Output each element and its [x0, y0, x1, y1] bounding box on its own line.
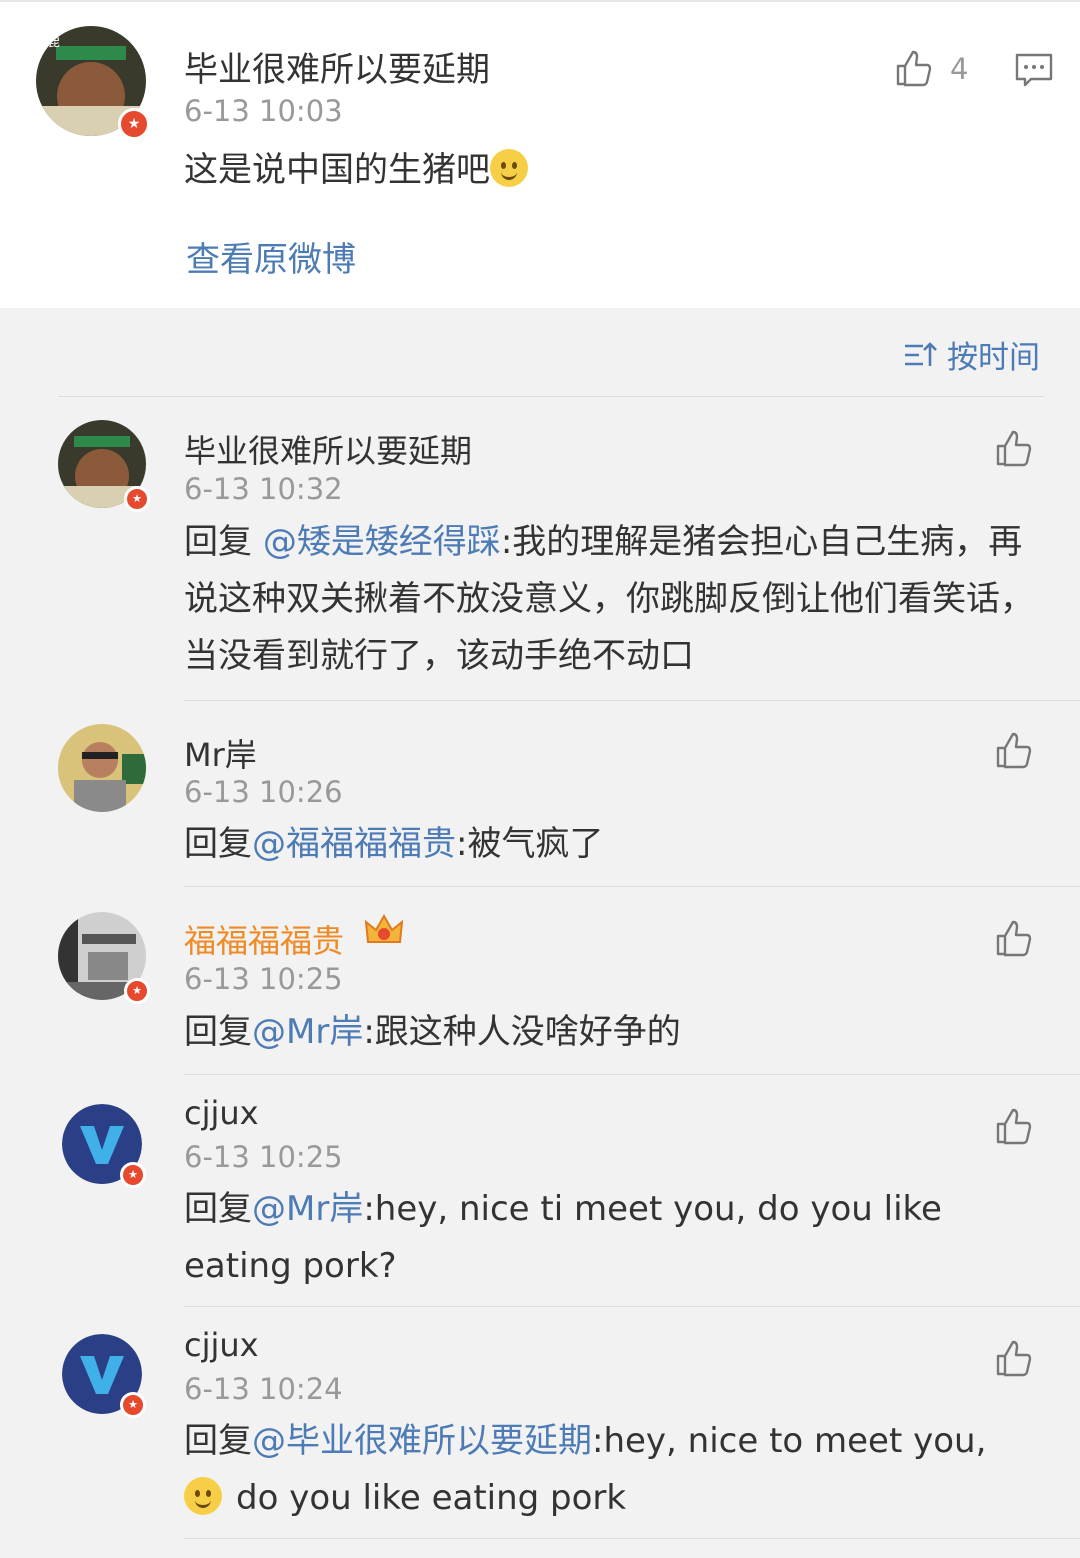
verified-badge-icon: ★: [124, 978, 150, 1004]
reply-time: 6-13 10:24: [184, 1372, 343, 1406]
sort-icon: [905, 341, 937, 366]
reply-author[interactable]: 福福福福贵: [184, 916, 344, 962]
original-comment-card: 鹿 ★ 毕业很难所以要延期 6-13 10:03 这是说中国的生猪吧 查看原微博…: [0, 0, 1080, 308]
avatar[interactable]: ★: [58, 912, 150, 1004]
verified-badge-icon: ★: [120, 1392, 146, 1418]
sort-by-time-button[interactable]: 按时间: [903, 332, 1040, 377]
divider: [184, 886, 1080, 887]
sort-label: 按时间: [947, 340, 1040, 376]
mention-link[interactable]: @毕业很难所以要延期: [252, 1421, 592, 1461]
comment-icon[interactable]: [1014, 50, 1054, 90]
reply-author[interactable]: cjjux: [184, 1094, 259, 1132]
post-time: 6-13 10:03: [184, 94, 343, 128]
reply-text: 回复@Mr岸:hey, nice ti meet you, do you lik…: [184, 1181, 974, 1295]
divider: [184, 700, 1080, 701]
reply-text: 回复 @矮是矮经得踩:我的理解是猪会担心自己生病，再说这种双关揪着不放没意义，你…: [184, 514, 1034, 685]
like-icon[interactable]: [994, 1106, 1034, 1146]
like-count: 4: [950, 52, 969, 86]
reply-content: :hey, nice to meet you,: [592, 1421, 987, 1461]
like-icon[interactable]: [994, 1338, 1034, 1378]
avatar[interactable]: [58, 724, 146, 812]
reply-content: :跟这种人没啥好争的: [363, 1012, 681, 1052]
like-icon[interactable]: [894, 48, 934, 88]
divider: [184, 1306, 1080, 1307]
reply-text: 回复@福福福福贵:被气疯了: [184, 816, 1034, 873]
reply-content: :被气疯了: [456, 824, 604, 864]
avatar[interactable]: 鹿 ★: [36, 26, 150, 140]
divider: [58, 396, 1044, 397]
reply-prefix: 回复: [184, 824, 252, 864]
reply-author[interactable]: 毕业很难所以要延期: [184, 426, 472, 472]
reply-prefix: 回复: [184, 1421, 252, 1461]
reply-text: 回复@毕业很难所以要延期:hey, nice to meet you, do y…: [184, 1413, 1054, 1527]
like-icon[interactable]: [994, 730, 1034, 770]
reply-prefix: 回复: [184, 522, 263, 562]
reply-time: 6-13 10:26: [184, 775, 343, 809]
verified-badge-icon: ★: [120, 1162, 146, 1188]
post-author[interactable]: 毕业很难所以要延期: [184, 42, 490, 91]
reply-prefix: 回复: [184, 1189, 252, 1229]
reply-time: 6-13 10:25: [184, 962, 343, 996]
post-text-content: 这是说中国的生猪吧: [184, 150, 490, 190]
mention-link[interactable]: @矮是矮经得踩: [263, 522, 501, 562]
divider: [184, 1538, 1080, 1539]
mention-link[interactable]: @Mr岸: [252, 1189, 363, 1229]
svg-text:鹿: 鹿: [46, 33, 60, 50]
reply-text: 回复@Mr岸:跟这种人没啥好争的: [184, 1004, 1034, 1061]
reply-time: 6-13 10:32: [184, 472, 343, 506]
divider: [184, 1074, 1080, 1075]
reply-author[interactable]: cjjux: [184, 1326, 259, 1364]
reply-content-line-2: do you like eating pork: [236, 1478, 627, 1518]
post-text: 这是说中国的生猪吧: [184, 142, 528, 199]
mention-link[interactable]: @Mr岸: [252, 1012, 363, 1052]
reply-prefix: 回复: [184, 1012, 252, 1052]
avatar[interactable]: ★: [62, 1104, 146, 1188]
vip-crown-icon: [364, 913, 404, 943]
avatar-image: [58, 724, 146, 812]
reply-author[interactable]: Mr岸: [184, 730, 257, 776]
mention-link[interactable]: @福福福福贵: [252, 824, 456, 864]
like-icon[interactable]: [994, 918, 1034, 958]
avatar[interactable]: ★: [58, 420, 150, 512]
smile-emoji-icon: [184, 1477, 222, 1515]
laugh-cry-emoji-icon: [490, 149, 528, 187]
avatar[interactable]: ★: [62, 1334, 146, 1418]
verified-badge-icon: ★: [118, 108, 150, 140]
verified-badge-icon: ★: [124, 486, 150, 512]
like-icon[interactable]: [994, 428, 1034, 468]
reply-time: 6-13 10:25: [184, 1140, 343, 1174]
view-original-link[interactable]: 查看原微博: [186, 232, 356, 281]
